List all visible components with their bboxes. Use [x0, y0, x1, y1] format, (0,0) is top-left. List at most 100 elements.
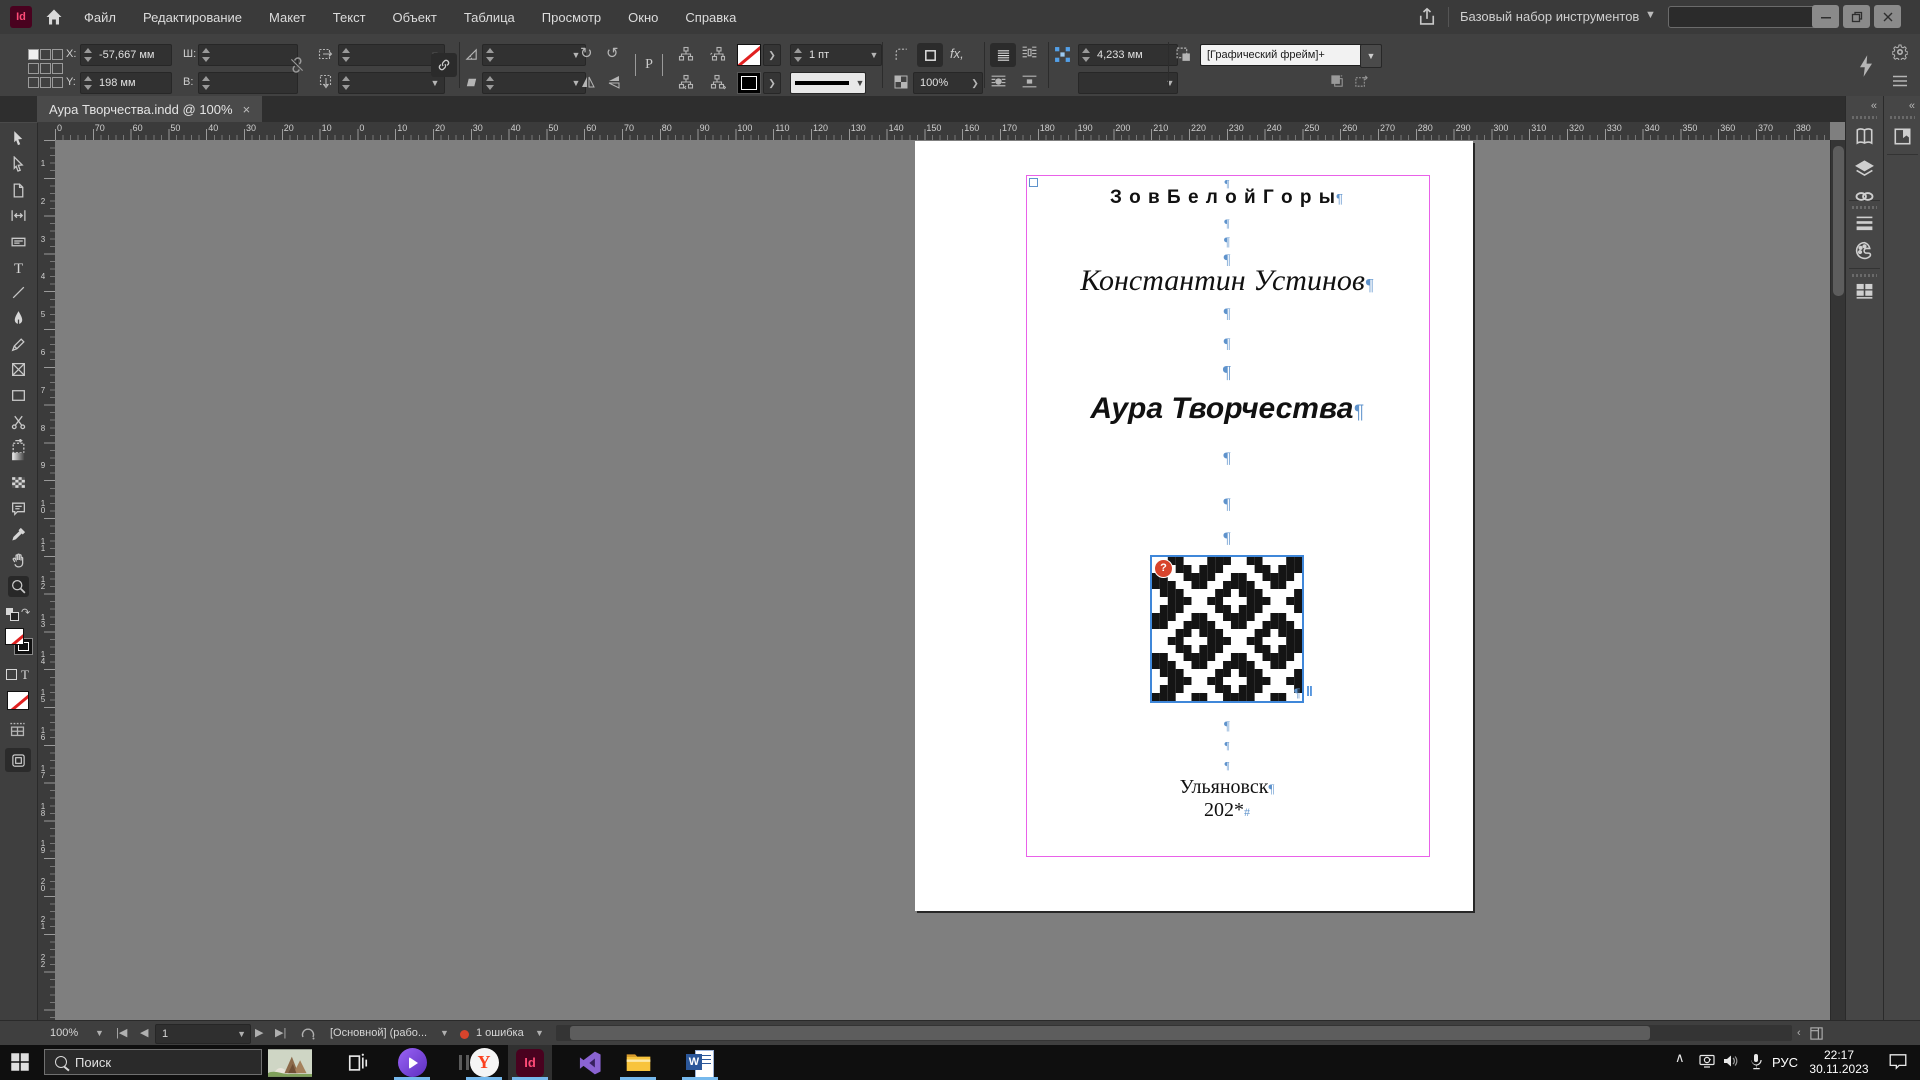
opacity-field[interactable]: 100%❯ [913, 72, 983, 94]
menu-help[interactable]: Справка [685, 10, 736, 25]
select-next-object-icon[interactable] [678, 74, 696, 92]
taskbar-app-yandex-browser[interactable]: Y [462, 1045, 506, 1080]
menu-type[interactable]: Текст [333, 10, 366, 25]
rotate-cw-icon[interactable]: ↻ [580, 44, 593, 62]
gradient-swatch-tool[interactable] [8, 446, 29, 467]
clear-overrides-icon[interactable] [1354, 74, 1372, 92]
horizontal-ruler[interactable]: 0706050403020100102030405060708090100110… [55, 122, 1830, 141]
app-search-input[interactable] [1668, 6, 1818, 28]
rotate-ccw-icon[interactable]: ↺ [606, 44, 619, 62]
flip-horizontal-icon[interactable] [580, 74, 598, 92]
document-tab[interactable]: Аура Творчества.indd @ 100% × [37, 96, 262, 122]
author-text[interactable]: Константин Устинов¶ [1080, 264, 1374, 298]
last-page-button[interactable]: ▶| [275, 1021, 286, 1046]
panel-menu-icon[interactable] [1892, 74, 1910, 92]
scissors-tool[interactable] [8, 411, 29, 432]
vertical-ruler[interactable]: 12345678910111213141516171819202122 [37, 140, 56, 1020]
stroke-options-button[interactable]: ❯ [763, 72, 781, 94]
stroke-style-dropdown[interactable]: ▼ [790, 72, 866, 94]
type-tool[interactable]: T [8, 257, 29, 278]
object-style-dropdown-button[interactable]: ▼ [1360, 44, 1382, 68]
apply-none-button[interactable] [7, 691, 29, 710]
stroke-color-swatch[interactable] [737, 72, 761, 94]
missing-link-badge[interactable]: ? [1154, 559, 1173, 578]
layers-panel-icon[interactable] [1854, 158, 1875, 179]
select-previous-object-icon[interactable] [710, 46, 728, 64]
horizontal-scrollbar[interactable] [556, 1025, 1792, 1041]
adobe-sensei-lightning-icon[interactable] [1856, 54, 1874, 72]
pages-panel-icon[interactable] [1854, 126, 1875, 147]
share-icon[interactable] [1417, 7, 1437, 30]
cell-options-icon[interactable] [8, 721, 27, 741]
microphone-icon[interactable] [1749, 1053, 1763, 1073]
fill-color-swatch[interactable] [737, 44, 761, 66]
taskbar-app-alice-assistant[interactable] [390, 1045, 434, 1080]
fill-options-button[interactable]: ❯ [763, 44, 781, 66]
dock-grip[interactable] [1852, 116, 1877, 119]
minimize-button[interactable] [1812, 5, 1839, 28]
wrap-bounding-box-icon[interactable] [1021, 44, 1039, 62]
eyedropper-tool[interactable] [8, 524, 29, 545]
menu-file[interactable]: Файл [84, 10, 116, 25]
pasteboard[interactable]: З о в Б е л о й Г о р ы¶ Константин Усти… [55, 140, 1830, 1020]
x-position-field[interactable]: -57,667 мм [80, 44, 172, 66]
rotation-angle-field[interactable]: ▼ [482, 44, 586, 66]
year-text[interactable]: 202*# [1204, 799, 1250, 822]
swatches-panel-icon[interactable] [1854, 240, 1875, 261]
pencil-tool[interactable] [8, 334, 29, 355]
rectangle-tool[interactable] [8, 385, 29, 406]
wrap-object-shape-icon[interactable] [990, 73, 1008, 91]
vertical-scrollbar[interactable] [1830, 140, 1846, 1020]
taskbar-search-box[interactable]: Поиск [44, 1049, 262, 1075]
ornament-image-frame[interactable]: ? ¶ [1150, 555, 1304, 703]
scroll-left-arrow-icon[interactable]: ‹ [1797, 1021, 1801, 1046]
error-menu-chevron-icon[interactable]: ▼ [535, 1021, 544, 1046]
tab-close-icon[interactable]: × [243, 102, 251, 117]
scale-x-field[interactable]: ▼ [338, 44, 445, 66]
line-tool[interactable] [8, 282, 29, 303]
quick-apply-icon[interactable] [1330, 74, 1348, 92]
wrap-none-icon[interactable] [990, 43, 1016, 67]
formatting-affects-icons[interactable]: T [6, 668, 32, 682]
tray-expand-icon[interactable]: ∧ [1675, 1050, 1685, 1066]
home-icon[interactable] [44, 7, 64, 27]
select-content-icon[interactable] [678, 46, 696, 64]
select-container-icon[interactable]: P [635, 54, 663, 76]
fill-none-swatch[interactable] [5, 628, 24, 645]
preflight-menu-icon[interactable] [300, 1025, 316, 1043]
zoom-tool[interactable] [8, 576, 29, 597]
taskbar-app-visual-studio[interactable] [568, 1045, 612, 1080]
language-indicator[interactable]: РУС [1772, 1055, 1798, 1070]
fill-stroke-indicator[interactable] [5, 628, 33, 658]
pages-bookmark-panel-icon[interactable] [1892, 126, 1913, 147]
effects-fx-button[interactable]: fx, [950, 46, 964, 61]
constrain-proportions-link-icon[interactable] [431, 53, 457, 77]
taskbar-app-file-explorer[interactable] [616, 1045, 660, 1080]
vertical-scrollbar-thumb[interactable] [1833, 146, 1844, 296]
rectangle-frame-tool[interactable] [8, 359, 29, 380]
stroke-panel-icon[interactable] [1854, 212, 1875, 233]
volume-icon[interactable] [1722, 1053, 1740, 1072]
flip-vertical-icon[interactable] [606, 74, 624, 92]
height-field[interactable] [198, 72, 298, 94]
book-series-title-text[interactable]: З о в Б е л о й Г о р ы¶ [1110, 187, 1344, 209]
first-page-button[interactable]: |◀ [116, 1021, 127, 1046]
zoom-level-chevron-icon[interactable]: ▼ [95, 1021, 104, 1046]
menu-layout[interactable]: Макет [269, 10, 306, 25]
page-tool[interactable] [8, 180, 29, 201]
links-panel-icon[interactable] [1854, 186, 1875, 207]
menu-window[interactable]: Окно [628, 10, 658, 25]
pen-tool[interactable] [8, 308, 29, 329]
cc-libraries-panel-icon[interactable] [1854, 280, 1875, 301]
main-title-text[interactable]: Аура Творчества¶ [1090, 392, 1363, 426]
reference-point-proxy[interactable] [28, 49, 61, 88]
page-number-field[interactable]: 1▼ [155, 1024, 251, 1044]
next-page-button[interactable]: ▶ [255, 1021, 263, 1046]
workspace-switcher[interactable]: Базовый набор инструментов [1460, 9, 1639, 24]
close-button[interactable] [1874, 5, 1901, 28]
preflight-profile-value[interactable]: [Основной] (рабо... [330, 1021, 427, 1046]
zoom-level-value[interactable]: 100% [50, 1021, 78, 1046]
select-last-object-icon[interactable] [710, 74, 728, 92]
content-collector-tool[interactable] [8, 231, 29, 252]
frame-fitting-icon[interactable] [917, 43, 943, 67]
